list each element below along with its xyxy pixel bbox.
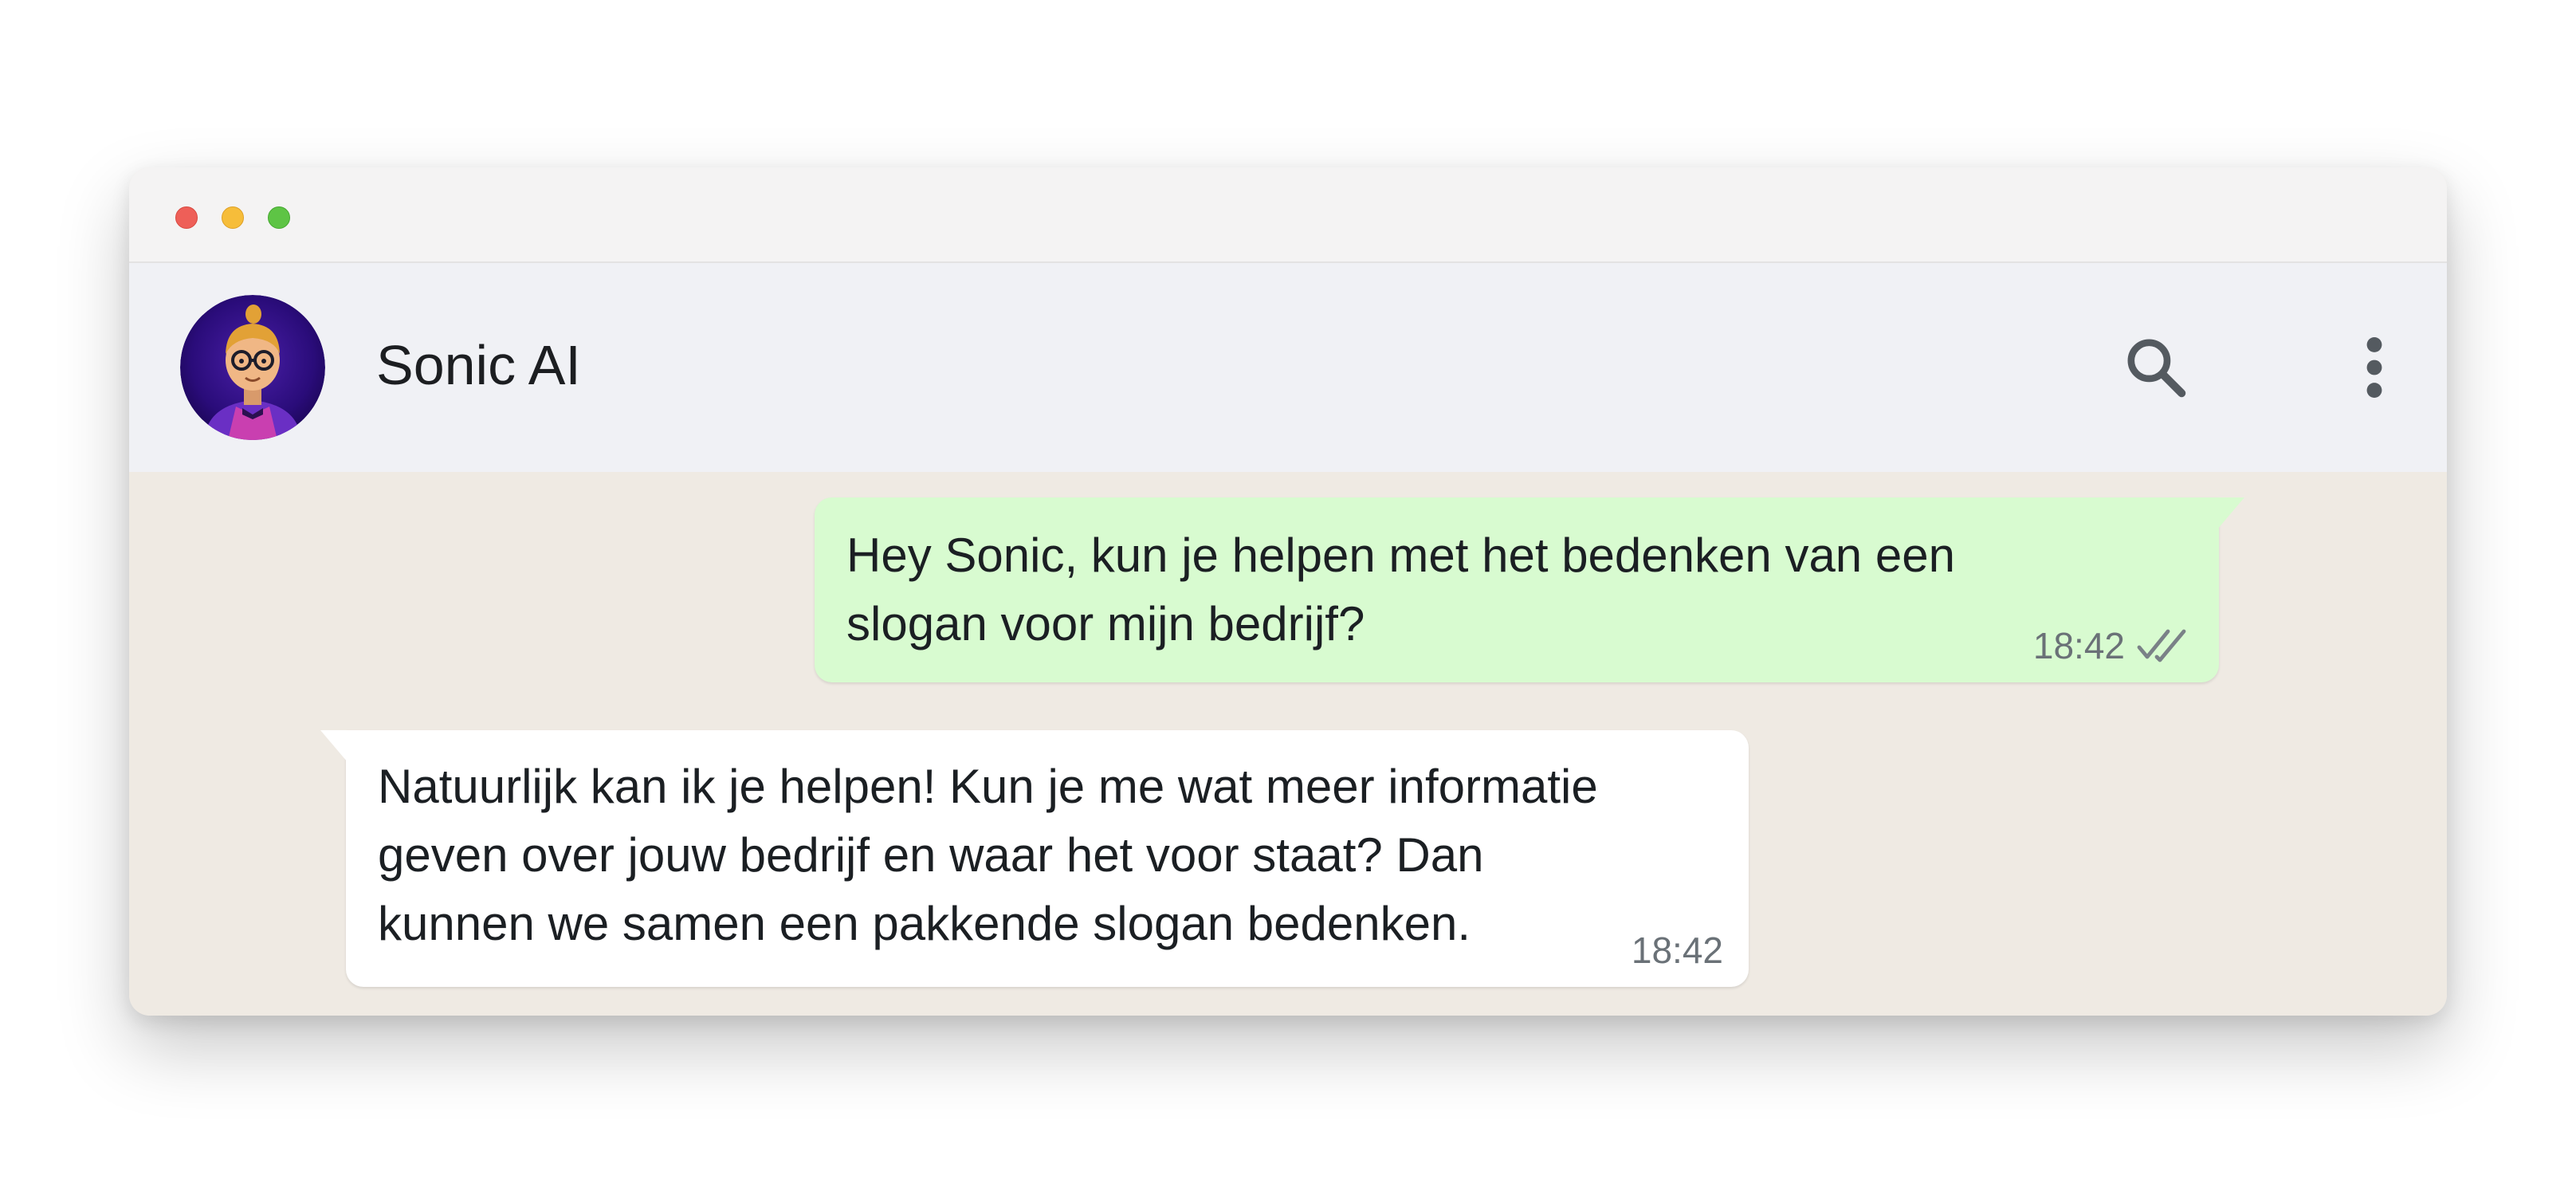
message-time: 18:42 [2032, 625, 2125, 666]
message-time: 18:42 [1631, 930, 1723, 971]
search-button[interactable] [2112, 324, 2200, 411]
avatar-illustration-icon [180, 295, 325, 440]
message-text: Natuurlijk kan ik je helpen! Kun je me w… [378, 760, 1598, 950]
message-meta: 18:42 [2033, 623, 2193, 668]
title-bar [129, 167, 2447, 263]
zoom-window-button[interactable] [268, 206, 290, 229]
incoming-message[interactable]: Natuurlijk kan ik je helpen! Kun je me w… [320, 730, 1749, 987]
more-vert-icon [2366, 337, 2382, 398]
double-check-icon [2137, 629, 2186, 662]
chat-header: Sonic AI [129, 263, 2447, 472]
chat-window: Sonic AI Hey Sonic, kun je helpen met he… [129, 167, 2447, 1016]
message-meta: 18:42 [1632, 928, 1723, 973]
avatar[interactable] [180, 295, 325, 440]
bubble-tail-icon [2217, 497, 2244, 529]
contact-name[interactable]: Sonic AI [376, 332, 581, 399]
menu-button[interactable] [2331, 324, 2418, 411]
search-icon [2127, 339, 2186, 398]
message-text: Hey Sonic, kun je helpen met het bedenke… [846, 529, 1955, 650]
message-list[interactable]: Hey Sonic, kun je helpen met het bedenke… [129, 472, 2447, 1016]
close-window-button[interactable] [175, 206, 198, 229]
bubble-tail-icon [320, 730, 348, 762]
minimize-window-button[interactable] [222, 206, 244, 229]
outgoing-message[interactable]: Hey Sonic, kun je helpen met het bedenke… [815, 497, 2244, 682]
